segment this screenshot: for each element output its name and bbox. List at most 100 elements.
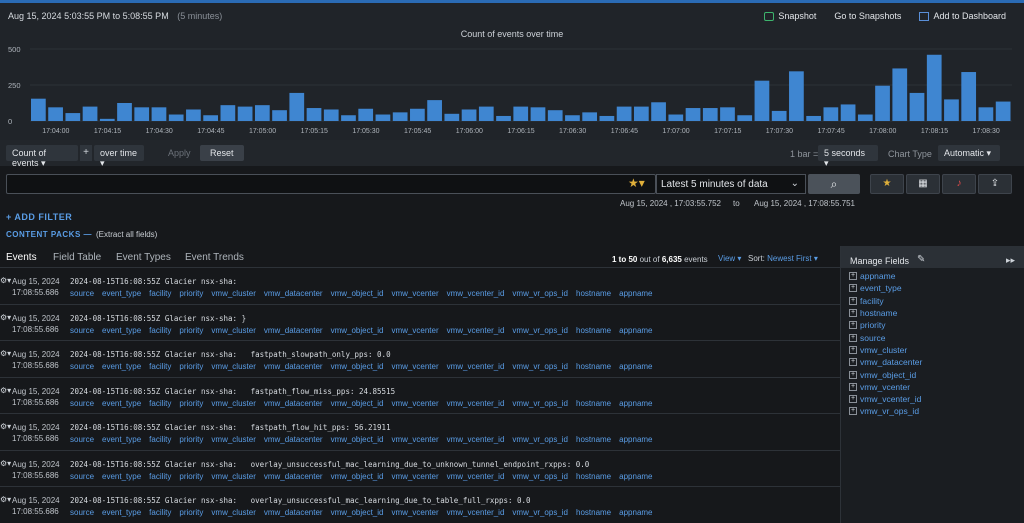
chart-bar[interactable] [99,118,115,121]
event-field-link[interactable]: event_type [102,362,141,371]
chart-bar[interactable] [737,115,753,121]
chart-bar[interactable] [203,115,219,121]
chart-bar[interactable] [565,115,580,121]
expand-plus-icon[interactable]: + [849,309,857,318]
chart-bar[interactable] [926,54,942,121]
event-gear-icon[interactable]: ⚙▾ [0,386,11,395]
search-input[interactable] [6,174,656,194]
go-to-snapshots-button[interactable]: Go to Snapshots [834,11,901,21]
event-field-link[interactable]: source [70,362,94,371]
event-field-link[interactable]: hostname [576,362,611,371]
event-field-link[interactable]: hostname [576,399,611,408]
chart-bar[interactable] [513,106,529,121]
event-field-link[interactable]: vmw_vr_ops_id [512,362,568,371]
event-field-link[interactable]: source [70,435,94,444]
chart-bar[interactable] [909,92,925,121]
measure-dropdown[interactable]: Count of events ▾ [6,145,78,168]
reset-button[interactable]: Reset [200,145,244,161]
event-count-chart[interactable]: 500 250 0 17:04:00 17:04:15 17:04:30 17:04:45 1… [0,41,1024,141]
event-field-link[interactable]: vmw_vcenter [391,508,438,517]
event-field-link[interactable]: source [70,399,94,408]
event-field-link[interactable]: vmw_vcenter [391,472,438,481]
chart-bar[interactable] [31,98,46,121]
event-field-link[interactable]: event_type [102,472,141,481]
event-gear-icon[interactable]: ⚙▾ [0,422,11,431]
event-field-link[interactable]: source [70,289,94,298]
event-field-link[interactable]: appname [619,289,652,298]
event-field-link[interactable]: facility [149,289,171,298]
event-field-link[interactable]: hostname [576,326,611,335]
view-dropdown[interactable]: View ▾ [718,254,741,263]
event-field-link[interactable]: facility [149,472,171,481]
event-field-link[interactable]: vmw_cluster [211,472,255,481]
chart-bar[interactable] [254,105,270,121]
add-measure-button[interactable]: + [80,145,92,161]
event-field-link[interactable]: vmw_vcenter [391,326,438,335]
manage-field-item[interactable]: + vmw_datacenter [849,356,922,368]
chart-bar[interactable] [427,100,442,121]
chart-bar[interactable] [272,110,287,121]
event-field-link[interactable]: vmw_cluster [211,362,255,371]
event-field-link[interactable]: facility [149,399,171,408]
event-field-link[interactable]: vmw_cluster [211,326,255,335]
event-field-link[interactable]: appname [619,362,652,371]
chart-bar[interactable] [530,107,546,121]
chart-bar[interactable] [134,107,150,121]
chart-bar[interactable] [48,107,63,121]
event-field-link[interactable]: hostname [576,435,611,444]
event-field-link[interactable]: vmw_datacenter [264,289,323,298]
event-field-link[interactable]: vmw_object_id [331,362,384,371]
event-field-link[interactable]: vmw_vcenter_id [447,435,505,444]
event-field-link[interactable]: priority [179,399,203,408]
event-field-link[interactable]: priority [179,435,203,444]
event-row[interactable]: ⚙▾ Aug 15, 2024 17:08:55.686 2024-08-15T16:… [0,305,840,341]
event-field-link[interactable]: vmw_vcenter_id [447,289,505,298]
event-field-link[interactable]: vmw_cluster [211,289,255,298]
event-field-link[interactable]: vmw_object_id [331,289,384,298]
expand-plus-icon[interactable]: + [849,333,857,342]
tab-field-table[interactable]: Field Table [53,252,101,263]
event-field-link[interactable]: facility [149,326,171,335]
chart-type-dropdown[interactable]: Automatic ▾ [938,145,1000,161]
event-gear-icon[interactable]: ⚙▾ [0,459,11,468]
chart-bar[interactable] [961,72,977,121]
event-field-link[interactable]: vmw_vr_ops_id [512,326,568,335]
chart-bar[interactable] [341,115,356,121]
manage-field-item[interactable]: + vmw_vcenter [849,381,922,393]
event-field-link[interactable]: vmw_vr_ops_id [512,399,568,408]
event-gear-icon[interactable]: ⚙▾ [0,313,11,322]
chart-bar[interactable] [651,102,666,121]
event-field-link[interactable]: vmw_vcenter [391,435,438,444]
event-field-link[interactable]: event_type [102,508,141,517]
chart-bar[interactable] [840,104,856,121]
event-field-link[interactable]: vmw_cluster [211,399,255,408]
event-field-link[interactable]: vmw_datacenter [264,472,323,481]
tab-event-types[interactable]: Event Types [116,252,171,263]
chart-bar[interactable] [978,107,994,121]
chart-bar[interactable] [806,115,821,121]
snapshot-button[interactable]: Snapshot [764,11,816,21]
manage-field-item[interactable]: + vmw_vcenter_id [849,393,922,405]
event-field-link[interactable]: vmw_datacenter [264,399,323,408]
event-field-link[interactable]: appname [619,435,652,444]
chart-bar[interactable] [668,114,684,121]
event-field-link[interactable]: vmw_vcenter_id [447,472,505,481]
event-row[interactable]: ⚙▾ Aug 15, 2024 17:08:55.686 2024-08-15T16:… [0,451,840,487]
expand-plus-icon[interactable]: + [849,370,857,379]
export-button[interactable]: ⇪ [978,174,1012,194]
expand-plus-icon[interactable]: + [849,272,857,281]
event-field-link[interactable]: vmw_vr_ops_id [512,508,568,517]
apply-button[interactable]: Apply [162,145,197,161]
event-field-link[interactable]: vmw_object_id [331,508,384,517]
event-field-link[interactable]: priority [179,508,203,517]
chart-bar[interactable] [823,107,839,121]
manage-field-item[interactable]: + vmw_vr_ops_id [849,405,922,417]
chart-bar[interactable] [789,71,804,121]
expand-plus-icon[interactable]: + [849,382,857,391]
manage-field-item[interactable]: + facility [849,295,922,307]
expand-plus-icon[interactable]: + [849,395,857,404]
alert-button[interactable]: ♪ [942,174,976,194]
chart-bar[interactable] [857,114,873,121]
chart-bar[interactable] [289,92,305,121]
event-field-link[interactable]: vmw_object_id [331,472,384,481]
